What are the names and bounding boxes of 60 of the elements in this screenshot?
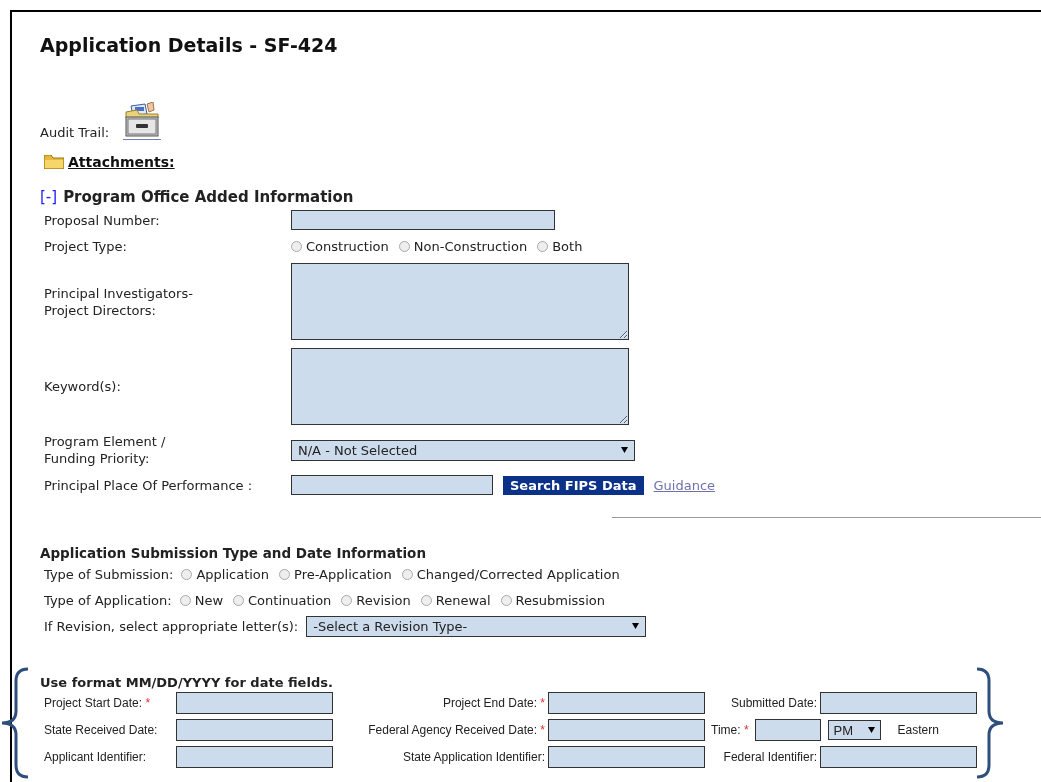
field-label: Applicant Identifier:: [44, 750, 148, 764]
field-label: Federal Agency Received Date: *: [367, 723, 546, 737]
field-label: Time: *: [711, 723, 749, 737]
date-field[interactable]: [176, 719, 333, 741]
field-label: Proposal Number:: [44, 211, 161, 229]
field-label: Project End Date: *: [441, 696, 546, 710]
radio-option[interactable]: Both: [537, 239, 583, 254]
input-field[interactable]: [291, 210, 555, 230]
date-format-note: Use format MM/DD/YYYY for date fields.: [40, 675, 334, 690]
dropdown[interactable]: N/A - Not Selected: [291, 439, 635, 461]
time-zone-label: Eastern: [897, 723, 939, 737]
file-drawer-icon[interactable]: [123, 102, 162, 140]
date-field[interactable]: [176, 746, 333, 768]
field-label: Project Type:: [44, 238, 128, 255]
folder-icon: [44, 155, 64, 169]
caret-icon: [867, 727, 875, 733]
time-field[interactable]: [754, 719, 821, 741]
radio-option[interactable]: Continuation: [233, 592, 332, 608]
radio-option[interactable]: Revision: [341, 592, 411, 608]
date-field[interactable]: [176, 692, 333, 714]
field-label: Submitted Date:: [729, 696, 818, 710]
attachments-link[interactable]: Attachments:: [68, 154, 175, 170]
section-title: Application Submission Type and Date Information: [40, 545, 427, 561]
radio-option[interactable]: New: [179, 592, 224, 608]
field-label: Principal Place Of Performance :: [44, 476, 254, 494]
field-label: Program Element / Funding Priority:: [44, 433, 167, 467]
date-field[interactable]: [548, 692, 705, 714]
field-label: If Revision, select appropriate letter(s):: [44, 618, 299, 634]
field-label: State Received Date:: [44, 723, 159, 737]
field-label: State Application Identifier:: [401, 750, 546, 764]
caret-icon: [632, 623, 640, 629]
radio-option[interactable]: Non-Construction: [398, 239, 528, 254]
field-label: Federal Identifier:: [722, 750, 818, 764]
date-field[interactable]: [548, 746, 705, 768]
field-label: Type of Application:: [44, 592, 172, 608]
text-area[interactable]: [291, 263, 629, 340]
field-label: Principal Investigators- Project Directors:: [44, 284, 194, 319]
date-field[interactable]: [820, 746, 977, 768]
radio-option[interactable]: Changed/Corrected Application: [401, 566, 620, 582]
radio-option[interactable]: Resubmission: [500, 592, 605, 608]
date-field[interactable]: [548, 719, 705, 741]
section-title: Program Office Added Information: [63, 188, 354, 206]
radio-option[interactable]: Application: [181, 566, 270, 582]
field-label: Project Start Date: *: [44, 696, 152, 710]
guidance-link[interactable]: Guidance: [653, 477, 716, 493]
date-field[interactable]: [820, 692, 977, 714]
page-title: Application Details - SF-424: [40, 34, 339, 56]
input-field[interactable]: [291, 475, 493, 495]
radio-option[interactable]: Construction: [291, 239, 389, 254]
search-button[interactable]: Search FIPS Data: [503, 475, 644, 495]
radio-option[interactable]: Pre-Application: [279, 566, 392, 582]
text-area[interactable]: [291, 348, 629, 425]
dropdown[interactable]: -Select a Revision Type-: [306, 615, 647, 637]
caret-icon: [621, 447, 628, 453]
field-label: Keyword(s):: [44, 378, 122, 395]
audit-trail-label: Audit Trail:: [40, 125, 110, 140]
period-dropdown[interactable]: PM: [827, 720, 881, 740]
field-label: Type of Submission:: [44, 566, 174, 582]
collapse-toggle[interactable]: [-]: [40, 188, 58, 206]
radio-option[interactable]: Renewal: [420, 592, 491, 608]
